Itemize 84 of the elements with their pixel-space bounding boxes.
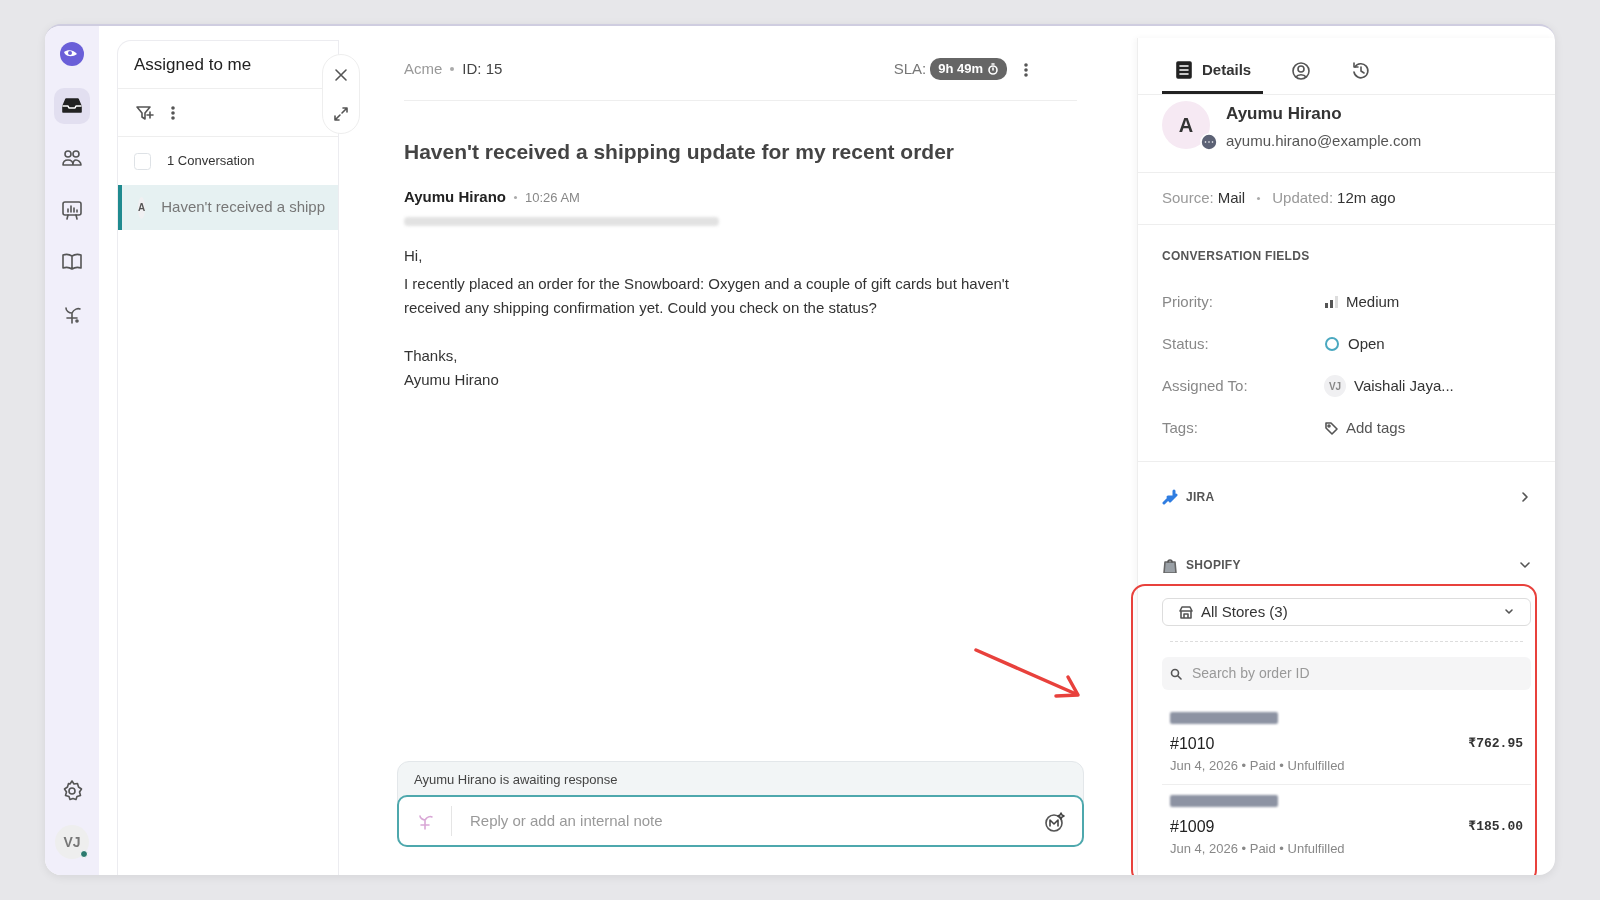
priority-bars-icon bbox=[1324, 295, 1338, 309]
order-card[interactable]: #1010 ₹762.95 Jun 4, 2026 • Paid • Unfulfilled bbox=[1162, 690, 1531, 785]
field-label: Tags: bbox=[1162, 417, 1199, 438]
order-card[interactable]: #1009 ₹185.00 Jun 4, 2026 • Paid • Unfulfilled bbox=[1162, 784, 1531, 866]
order-details: Jun 4, 2026 • Paid • Unfulfilled bbox=[1170, 757, 1346, 775]
sla-time: 9h 49m bbox=[938, 60, 983, 79]
timer-icon bbox=[987, 63, 999, 75]
source-value: Mail bbox=[1217, 188, 1246, 209]
search-icon bbox=[1170, 667, 1182, 680]
separator-dot bbox=[450, 67, 455, 71]
integration-name: JIRA bbox=[1186, 489, 1216, 506]
sparkle-icon bbox=[1044, 810, 1066, 833]
conversation-subject: Haven't received a shipping update for my recent order bbox=[404, 139, 955, 165]
list-icon bbox=[1174, 59, 1194, 80]
user-avatar[interactable]: VJ bbox=[55, 825, 89, 859]
updated-label: Updated: bbox=[1272, 188, 1334, 209]
reply-box[interactable]: Reply or add an internal note bbox=[397, 795, 1084, 847]
search-field[interactable]: Search by order ID bbox=[1190, 662, 1523, 685]
more-icon bbox=[1023, 61, 1029, 78]
contact-email: ayumu.hirano@example.com bbox=[1226, 130, 1422, 151]
store-select[interactable]: All Stores (3) bbox=[1162, 598, 1531, 626]
value-text: Vaishali Jaya... bbox=[1354, 375, 1454, 396]
order-details: Jun 4, 2026 • Paid • Unfulfilled bbox=[1170, 839, 1346, 858]
value-text: Open bbox=[1348, 333, 1385, 354]
org-name: Acme bbox=[404, 58, 443, 79]
separator-dot bbox=[513, 195, 517, 199]
ai-button[interactable] bbox=[1044, 809, 1066, 833]
message-signature: Ayumu Hirano bbox=[404, 369, 500, 390]
separator-dot bbox=[1257, 197, 1261, 200]
chevron-down-icon bbox=[1519, 559, 1531, 571]
order-amount: ₹185.00 bbox=[1468, 817, 1523, 836]
chat-badge-icon bbox=[1200, 133, 1218, 151]
integration-name: SHOPIFY bbox=[1186, 557, 1242, 574]
chevron-down-icon bbox=[1504, 607, 1514, 617]
shopping-bag-icon bbox=[1162, 557, 1178, 573]
order-amount: ₹762.95 bbox=[1468, 735, 1523, 754]
message-body: I recently placed an order for the Snowboard: Oxygen and a couple of gift cards but haven't received any shipping confirmation yet. Could you check on the status? bbox=[404, 273, 1010, 318]
integration-header[interactable]: SHOPIFY bbox=[1138, 532, 1555, 598]
conversation-item[interactable]: A Haven't received a shipp bbox=[118, 185, 338, 230]
message-closing: Thanks, bbox=[404, 345, 459, 366]
history-icon bbox=[1351, 61, 1372, 81]
logo-icon[interactable] bbox=[58, 40, 86, 68]
field-label: Priority: bbox=[1162, 291, 1214, 312]
expand-icon bbox=[333, 106, 349, 123]
conversation-subject: Haven't received a shipp bbox=[161, 197, 326, 218]
integration-header[interactable]: JIRA bbox=[1138, 462, 1555, 532]
close-icon bbox=[334, 68, 348, 83]
tab[interactable]: Details bbox=[1162, 48, 1264, 94]
chevron-right-icon bbox=[1519, 491, 1531, 503]
contact-name: Ayumu Hirano bbox=[1226, 103, 1343, 125]
status-circle-icon bbox=[1324, 336, 1340, 352]
ticket-id: ID: 15 bbox=[462, 58, 503, 79]
chart-board-icon bbox=[60, 198, 84, 222]
field-value[interactable]: Medium bbox=[1324, 290, 1400, 314]
order-number: #1010 bbox=[1170, 734, 1215, 754]
more-icon bbox=[170, 105, 176, 122]
panel-title: Assigned to me bbox=[134, 53, 252, 76]
arrows-icon bbox=[1162, 489, 1178, 505]
contact-avatar: A bbox=[138, 196, 146, 219]
select-all-checkbox[interactable] bbox=[134, 152, 151, 170]
field-value[interactable]: Add tags bbox=[1324, 416, 1406, 440]
message-greeting: Hi, bbox=[404, 245, 424, 266]
avatar-initial: A bbox=[1178, 113, 1194, 138]
user-circle-icon bbox=[1291, 61, 1312, 81]
store-icon bbox=[1179, 605, 1193, 619]
search-box[interactable]: Search by order ID bbox=[1162, 657, 1531, 690]
field-value[interactable]: Open bbox=[1324, 332, 1385, 356]
conversation-count: 1 Conversation bbox=[167, 152, 255, 171]
awaiting-notice: Ayumu Hirano is awaiting response bbox=[413, 770, 619, 789]
assignee-avatar: VJ bbox=[1324, 375, 1346, 397]
message-time: 10:26 AM bbox=[524, 188, 580, 207]
value-text: Add tags bbox=[1346, 417, 1406, 438]
nav-button[interactable] bbox=[54, 88, 90, 124]
tag-icon bbox=[1324, 421, 1338, 435]
section-title: CONVERSATION FIELDS bbox=[1162, 248, 1311, 265]
source-label: Source: bbox=[1162, 188, 1214, 209]
author-name: Ayumu Hirano bbox=[404, 187, 506, 208]
field-value[interactable]: VJ Vaishali Jaya... bbox=[1324, 374, 1454, 398]
sla-label: SLA: bbox=[893, 58, 927, 79]
value-text: Medium bbox=[1346, 291, 1400, 312]
field-label: Assigned To: bbox=[1162, 375, 1249, 396]
updated-value: 12m ago bbox=[1337, 188, 1396, 209]
order-number: #1009 bbox=[1170, 816, 1215, 837]
field-label: Status: bbox=[1162, 333, 1210, 354]
